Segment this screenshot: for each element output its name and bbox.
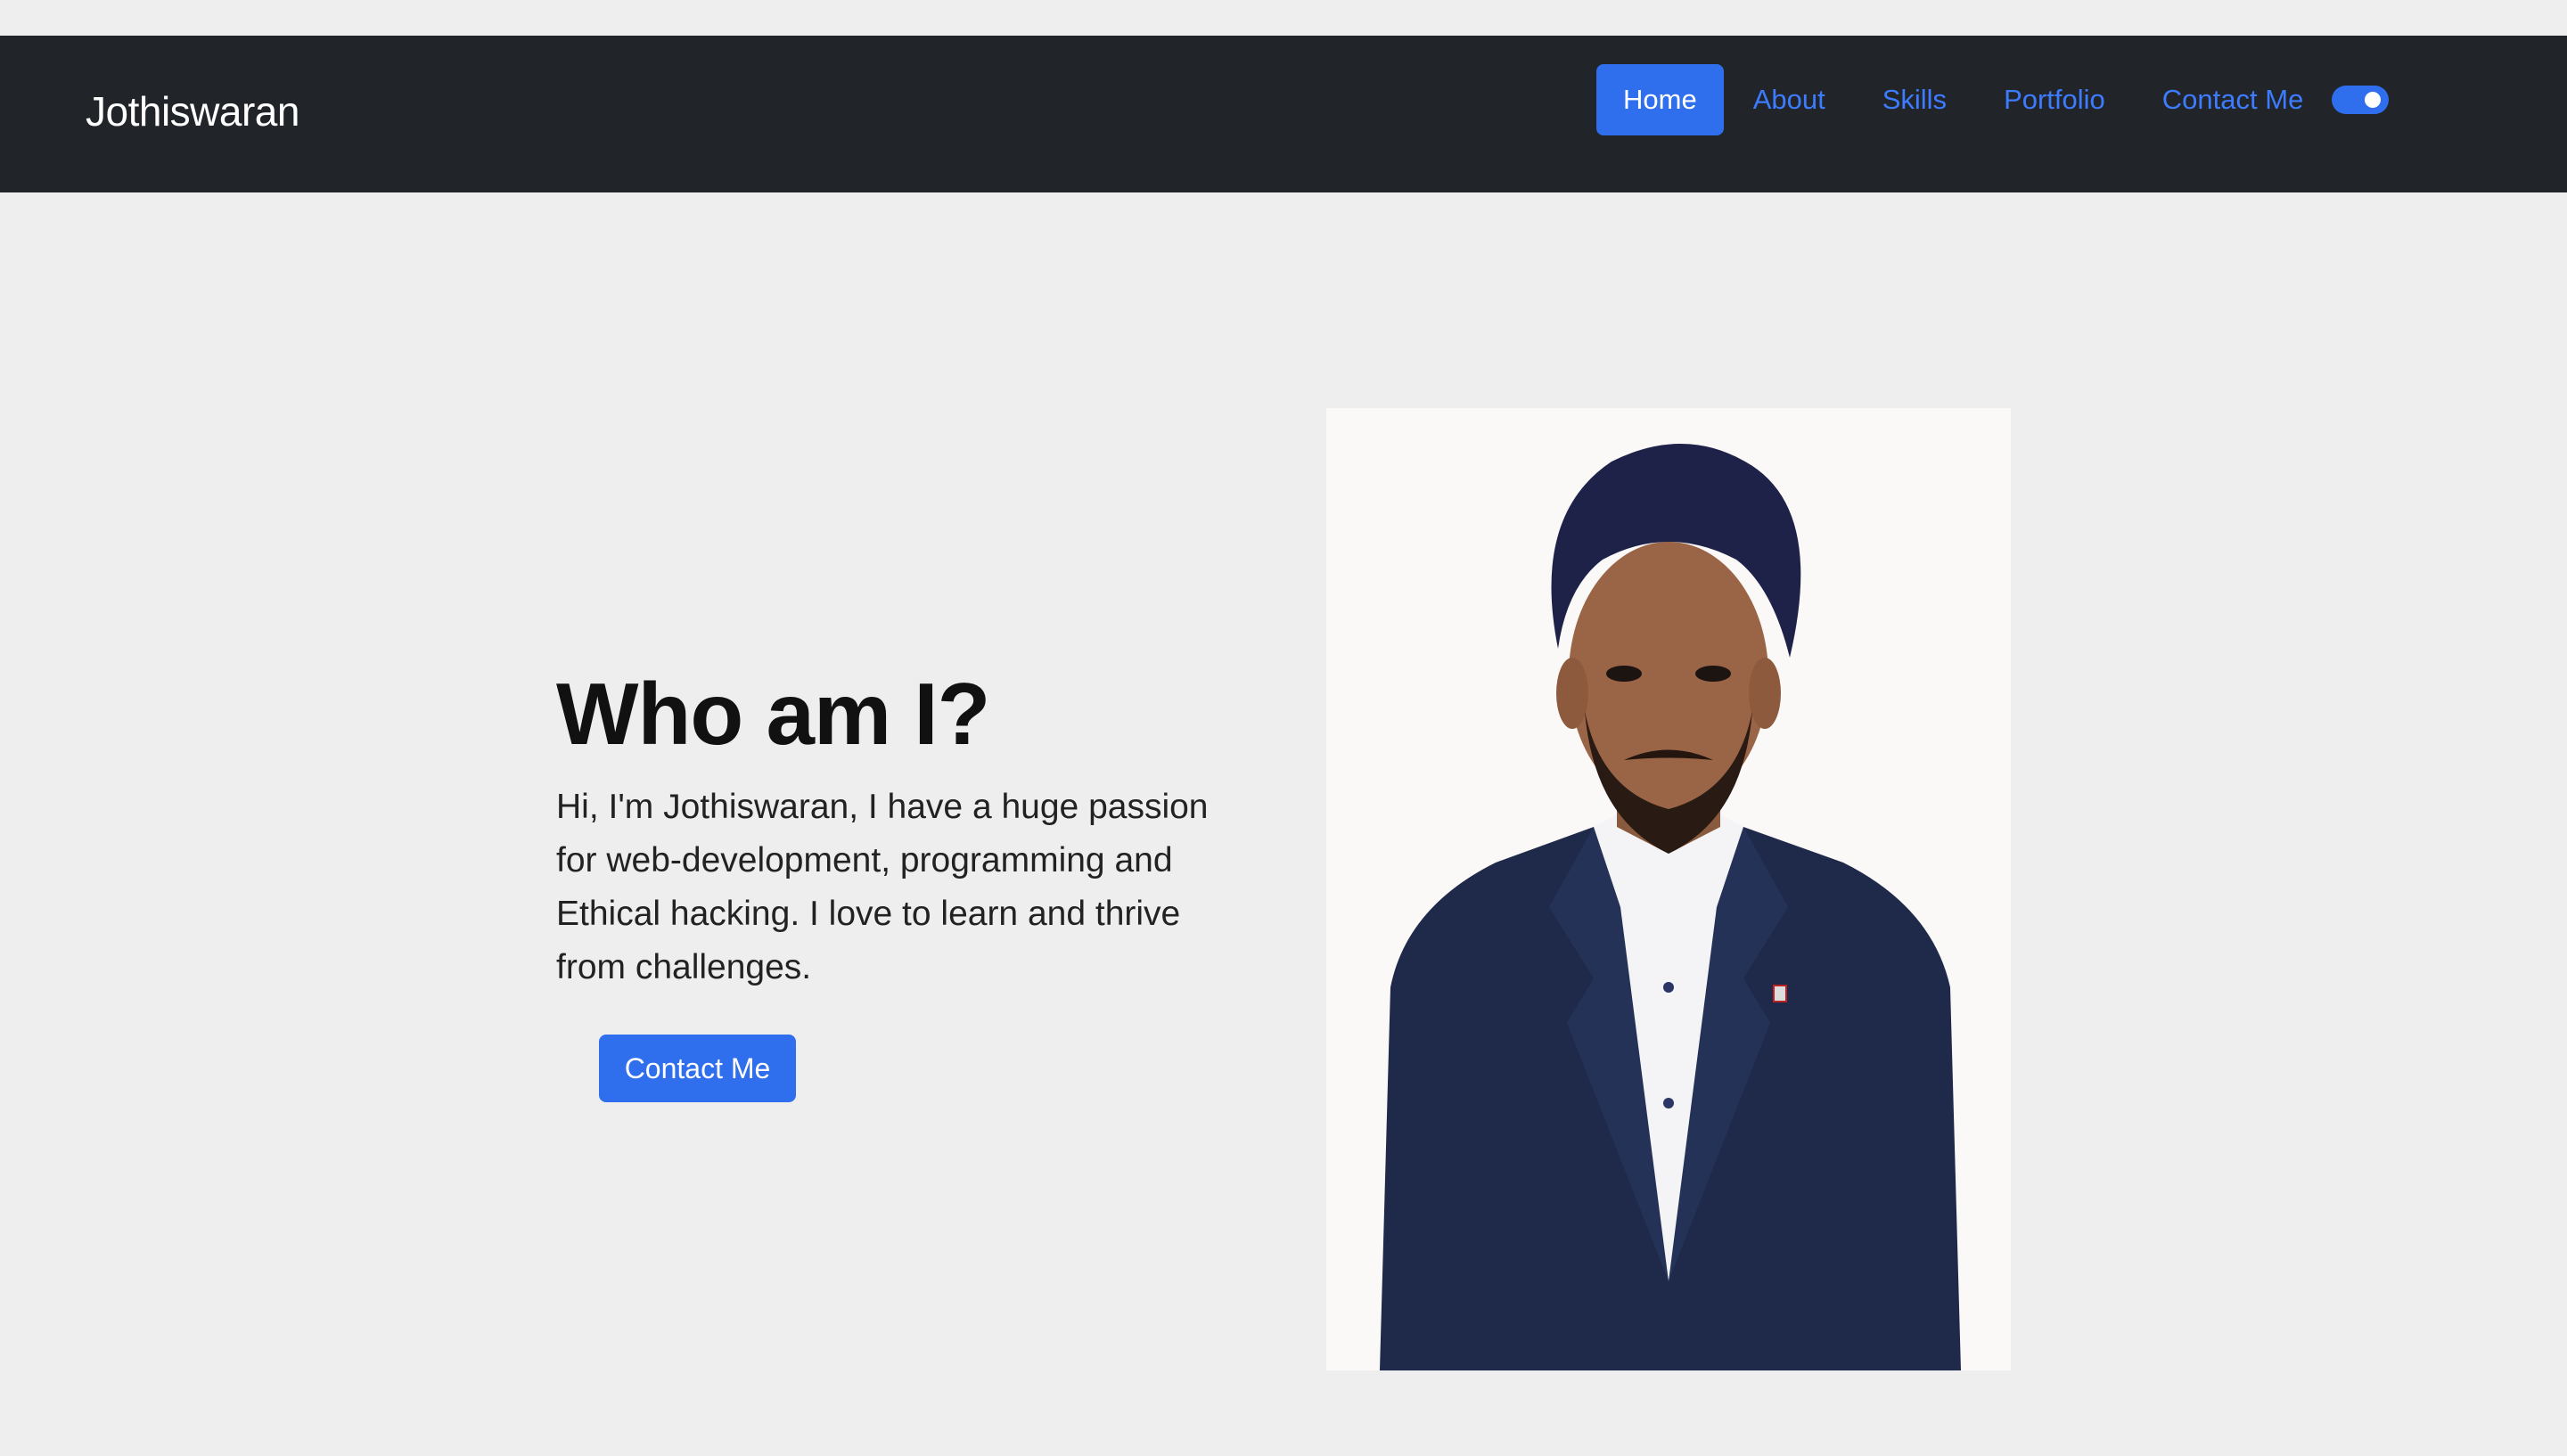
hero-description: Hi, I'm Jothiswaran, I have a huge passi… — [556, 787, 1209, 986]
portrait-photo-icon — [1326, 408, 2011, 1370]
nav-link-contact[interactable]: Contact Me — [2162, 64, 2304, 135]
hero-text: Who am I? Hi, I'm Jothiswaran, I have a … — [556, 665, 1234, 994]
theme-toggle[interactable] — [2332, 86, 2390, 114]
nav-links: Home About Skills Portfolio Contact Me — [1596, 64, 2390, 135]
hero-title: Who am I? — [556, 665, 990, 763]
profile-photo — [1326, 408, 2011, 1370]
navbar: Jothiswaran Home About Skills Portfolio … — [0, 36, 2567, 192]
page: Jothiswaran Home About Skills Portfolio … — [0, 0, 2567, 1456]
nav-link-home[interactable]: Home — [1596, 64, 1724, 135]
nav-link-about[interactable]: About — [1753, 64, 1825, 135]
nav-link-skills[interactable]: Skills — [1882, 64, 1947, 135]
nav-link-portfolio[interactable]: Portfolio — [2004, 64, 2105, 135]
brand-logo[interactable]: Jothiswaran — [86, 91, 299, 132]
contact-me-button[interactable]: Contact Me — [599, 1035, 796, 1102]
toggle-knob — [2365, 92, 2382, 108]
